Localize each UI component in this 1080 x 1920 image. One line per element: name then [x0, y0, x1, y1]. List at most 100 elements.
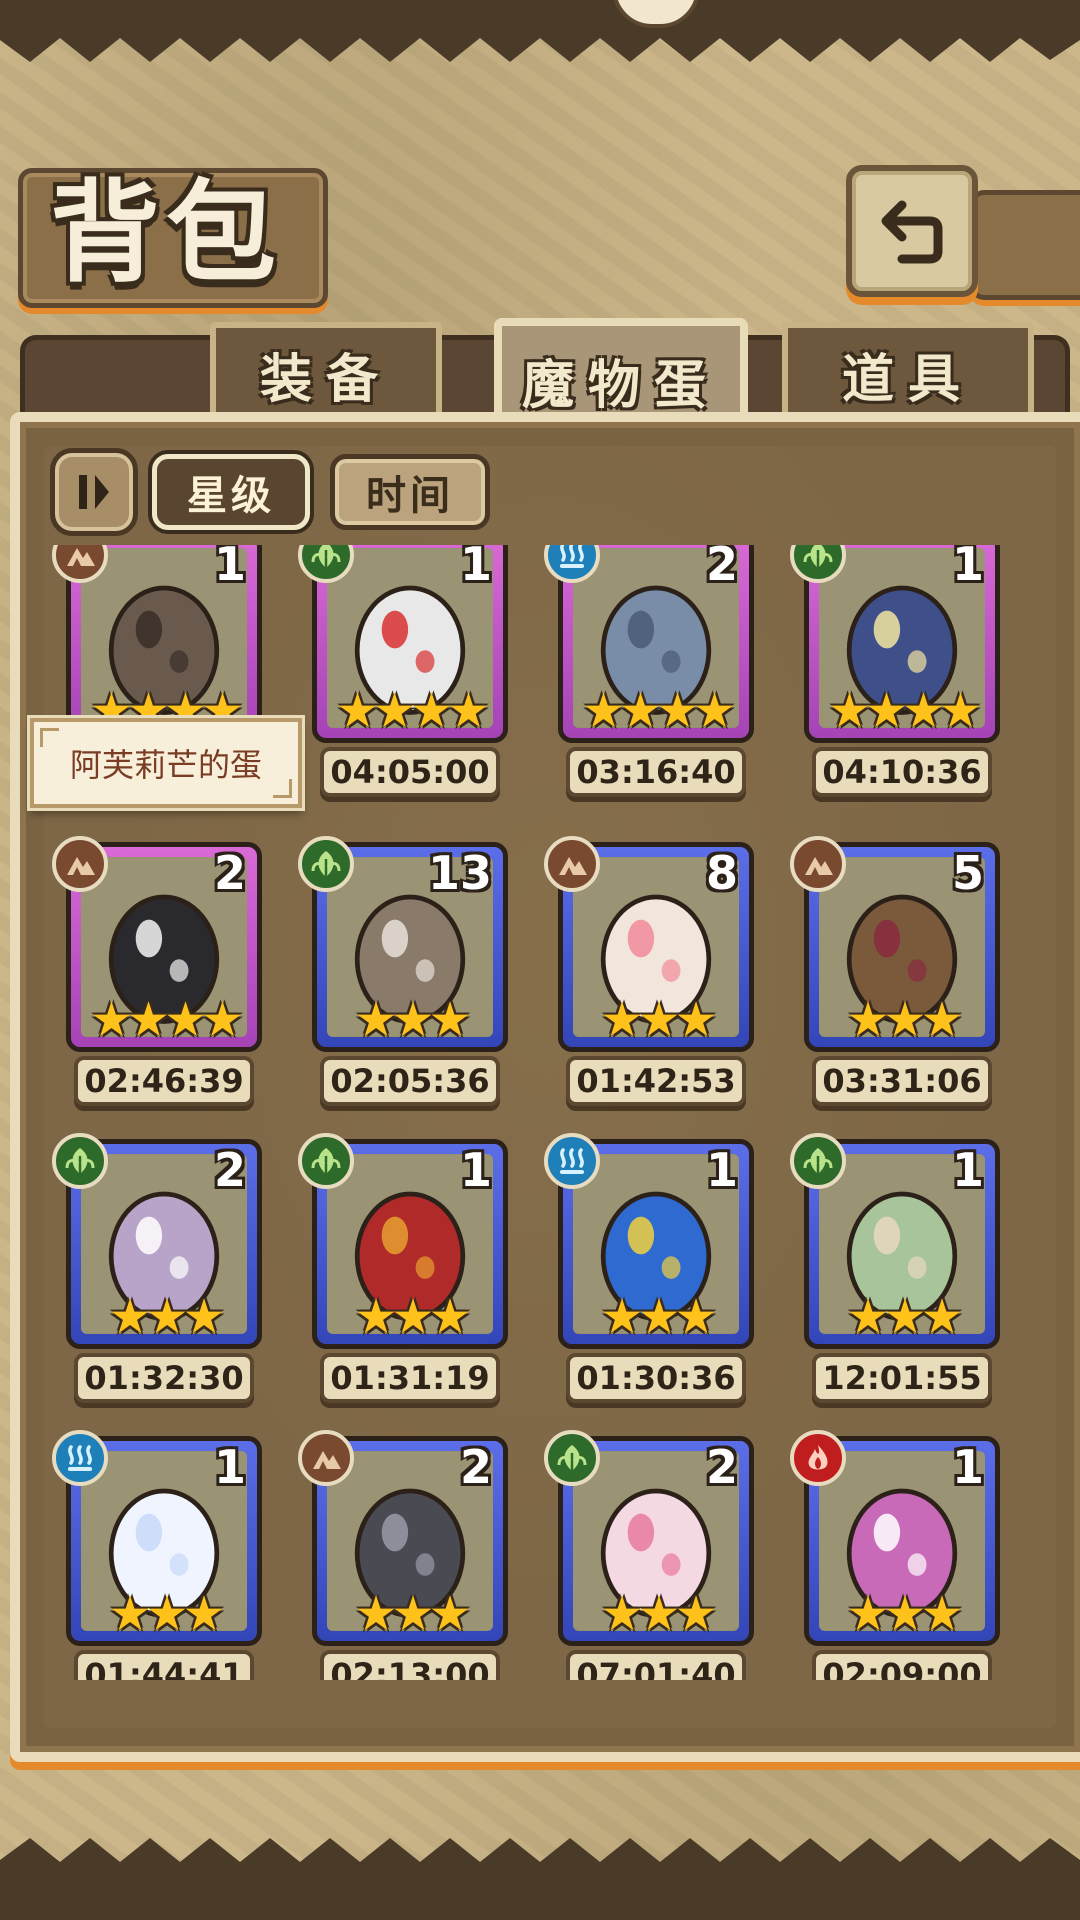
star-icon: ★ — [920, 1289, 964, 1345]
egg-card[interactable]: 1 ★★★ 12:01:55 — [790, 1133, 1000, 1431]
back-button[interactable] — [846, 165, 978, 297]
star-icon: ★ — [674, 992, 718, 1048]
star-icon: ★ — [637, 1586, 680, 1642]
star-icon: ★ — [883, 992, 926, 1048]
star-rating: ★★★ — [312, 992, 508, 1048]
fire-element-icon — [790, 1430, 846, 1486]
star-icon: ★ — [939, 683, 982, 739]
egg-count: 1 — [951, 1143, 984, 1197]
star-icon: ★ — [674, 1586, 718, 1642]
egg-card[interactable]: 13 ★★★ 02:05:36 — [298, 836, 508, 1134]
earth-element-icon — [790, 836, 846, 892]
egg-card[interactable]: 8 ★★★ 01:42:53 — [544, 836, 754, 1134]
hatch-timer: 01:44:41 — [74, 1650, 254, 1680]
star-rating: ★★★ — [66, 1289, 262, 1345]
star-rating: ★★★ — [558, 992, 754, 1048]
egg-card[interactable]: 1 ★★★ 01:31:19 — [298, 1133, 508, 1431]
egg-card[interactable]: 2 ★★★ 02:13:00 — [298, 1430, 508, 1680]
star-icon: ★ — [920, 992, 964, 1048]
sort-by-time-button[interactable]: 时间 — [330, 454, 490, 530]
tab-items[interactable]: 道具 — [782, 322, 1034, 420]
egg-count: 2 — [459, 1440, 492, 1494]
earth-element-icon — [298, 1430, 354, 1486]
torn-paper-top-edge — [0, 0, 1080, 62]
egg-grid: 1 ★★★★ 1 ★★★★ 04:05:00 2 ★★★★ 03:16:40 1 ★★★★ 04:1… — [52, 545, 1032, 1680]
star-icon: ★ — [827, 683, 871, 739]
star-icon: ★ — [581, 683, 625, 739]
star-icon: ★ — [428, 992, 472, 1048]
hatch-timer: 02:05:36 — [320, 1056, 500, 1106]
grass-element-icon — [790, 1133, 846, 1189]
egg-count: 8 — [705, 846, 738, 900]
star-icon: ★ — [846, 992, 889, 1048]
tab-equipment[interactable]: 装备 — [210, 322, 442, 420]
egg-count: 1 — [459, 1143, 492, 1197]
egg-card[interactable]: 2 ★★★★ 03:16:40 — [544, 545, 754, 825]
star-rating: ★★★ — [804, 1586, 1000, 1642]
page-title: 背包 — [50, 168, 282, 297]
egg-card[interactable]: 1 ★★★ 01:30:36 — [544, 1133, 754, 1431]
egg-count: 2 — [705, 545, 738, 591]
sort-by-star-button[interactable]: 星级 — [152, 454, 310, 530]
star-icon: ★ — [883, 1289, 926, 1345]
star-icon: ★ — [600, 992, 643, 1048]
hatch-timer: 01:32:30 — [74, 1353, 254, 1403]
water-element-icon — [52, 1430, 108, 1486]
star-icon: ★ — [108, 1586, 151, 1642]
star-icon: ★ — [920, 1586, 964, 1642]
star-icon: ★ — [335, 683, 379, 739]
star-icon: ★ — [372, 683, 416, 739]
backpack-screen: 背包 装备 魔物蛋 道具 星级 时间 1 ★★★★ 1 ★★★★ 04:05:00 2 ★★… — [0, 0, 1080, 1920]
star-icon: ★ — [600, 1586, 643, 1642]
star-icon: ★ — [846, 1289, 889, 1345]
egg-card[interactable]: 2 ★★★ 01:32:30 — [52, 1133, 262, 1431]
sort-order-icon — [79, 475, 109, 509]
star-rating: ★★★ — [312, 1586, 508, 1642]
hatch-timer: 02:46:39 — [74, 1056, 254, 1106]
hatch-timer: 12:01:55 — [812, 1353, 992, 1403]
egg-count: 2 — [213, 846, 246, 900]
grass-element-icon — [52, 1133, 108, 1189]
water-element-icon — [544, 1133, 600, 1189]
star-icon: ★ — [902, 683, 945, 739]
star-icon: ★ — [883, 1586, 926, 1642]
egg-count: 1 — [459, 545, 492, 591]
star-icon: ★ — [846, 1586, 889, 1642]
egg-card[interactable]: 1 ★★★★ 04:05:00 — [298, 545, 508, 825]
grass-element-icon — [298, 836, 354, 892]
hatch-timer: 04:05:00 — [320, 747, 500, 797]
star-icon: ★ — [637, 1289, 680, 1345]
star-icon: ★ — [693, 683, 736, 739]
star-icon: ★ — [428, 1586, 472, 1642]
star-rating: ★★★ — [804, 992, 1000, 1048]
egg-card[interactable]: 1 ★★★★ 04:10:36 — [790, 545, 1000, 825]
star-icon: ★ — [182, 1289, 226, 1345]
star-icon: ★ — [391, 992, 434, 1048]
egg-count: 1 — [951, 1440, 984, 1494]
star-icon: ★ — [145, 1586, 188, 1642]
star-icon: ★ — [618, 683, 662, 739]
egg-count: 5 — [951, 846, 984, 900]
egg-card[interactable]: 5 ★★★ 03:31:06 — [790, 836, 1000, 1134]
egg-card[interactable]: 2 ★★★ 07:01:40 — [544, 1430, 754, 1680]
earth-element-icon — [52, 836, 108, 892]
hatch-timer: 02:09:00 — [812, 1650, 992, 1680]
egg-card[interactable]: 2 ★★★★ 02:46:39 — [52, 836, 262, 1134]
hatch-timer: 04:10:36 — [812, 747, 992, 797]
sort-order-button[interactable] — [50, 448, 138, 536]
hatch-timer: 01:31:19 — [320, 1353, 500, 1403]
hatch-timer: 02:13:00 — [320, 1650, 500, 1680]
star-rating: ★★★★ — [312, 683, 508, 739]
star-icon: ★ — [656, 683, 699, 739]
hatch-timer: 07:01:40 — [566, 1650, 746, 1680]
star-icon: ★ — [354, 1289, 397, 1345]
egg-card[interactable]: 1 ★★★ 02:09:00 — [790, 1430, 1000, 1680]
star-icon: ★ — [182, 1586, 226, 1642]
egg-card[interactable]: 1 ★★★ 01:44:41 — [52, 1430, 262, 1680]
star-icon: ★ — [428, 1289, 472, 1345]
back-rail — [970, 190, 1080, 300]
star-rating: ★★★ — [558, 1289, 754, 1345]
grass-element-icon — [298, 1133, 354, 1189]
egg-count: 1 — [213, 545, 246, 591]
star-icon: ★ — [674, 1289, 718, 1345]
